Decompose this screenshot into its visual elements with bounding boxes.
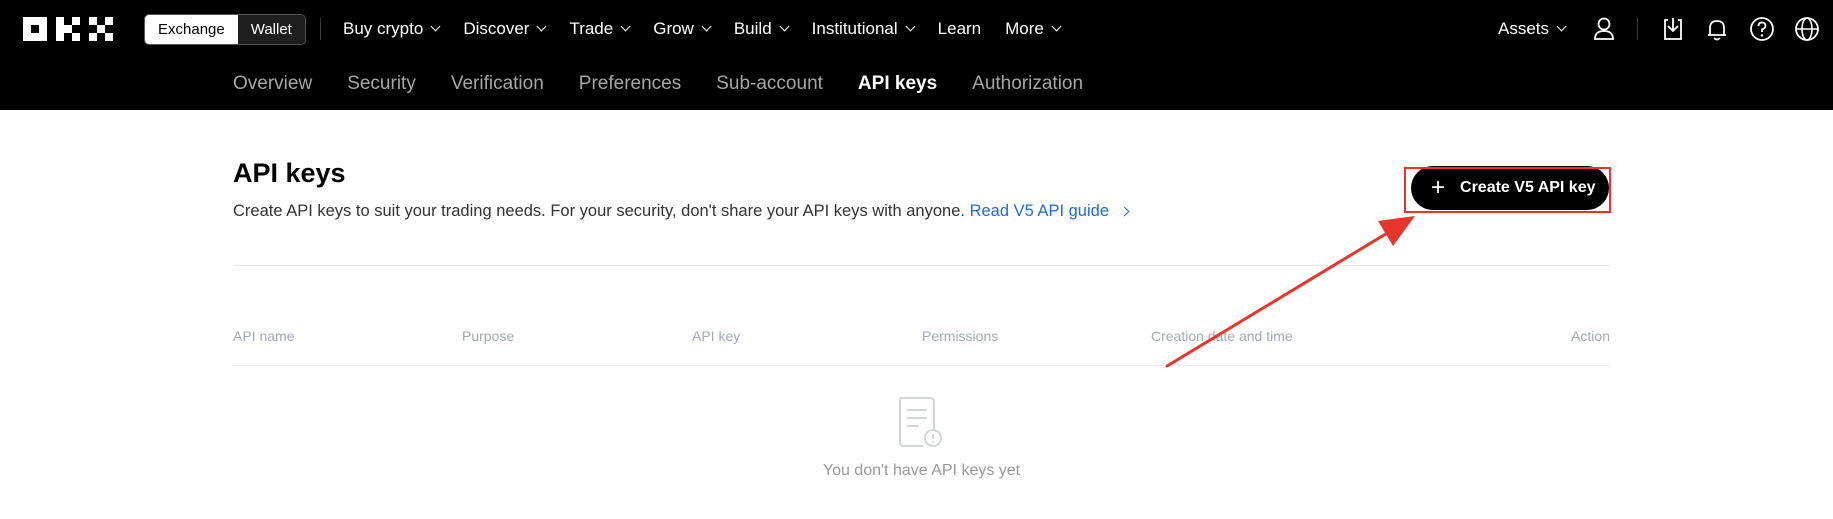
chevron-right-icon (1119, 206, 1130, 217)
chevron-down-icon (620, 21, 631, 32)
page-description: Create API keys to suit your trading nee… (233, 202, 1130, 221)
tab-overview[interactable]: Overview (233, 73, 312, 95)
assets-menu[interactable]: Assets (1498, 0, 1567, 58)
chevron-down-icon (430, 21, 441, 32)
menu-label: Trade (569, 19, 614, 38)
chevron-down-icon (701, 21, 712, 32)
column-header-api-key: API key (692, 328, 741, 344)
tab-preferences[interactable]: Preferences (579, 73, 681, 95)
menu-more[interactable]: More (1005, 19, 1062, 39)
column-header-creation-date: Creation date and time (1151, 328, 1293, 344)
chevron-down-icon (1556, 21, 1567, 32)
section-divider (233, 265, 1610, 266)
main-nav-bar: Exchange Wallet Buy crypto Discover Trad… (0, 0, 1833, 58)
empty-state-message: You don't have API keys yet (822, 462, 1021, 479)
menu-discover[interactable]: Discover (463, 19, 547, 39)
exchange-toggle-option[interactable]: Exchange (145, 15, 238, 44)
menu-institutional[interactable]: Institutional (811, 19, 916, 39)
chevron-down-icon (905, 21, 916, 32)
column-header-purpose: Purpose (462, 328, 515, 344)
empty-document-icon (899, 397, 942, 447)
tab-authorization[interactable]: Authorization (972, 73, 1083, 95)
api-guide-link[interactable]: Read V5 API guide (969, 202, 1130, 220)
okx-logo[interactable] (23, 17, 113, 41)
menu-label: Grow (653, 19, 694, 38)
wallet-toggle-option[interactable]: Wallet (237, 15, 305, 44)
menu-buy-crypto[interactable]: Buy crypto (343, 19, 441, 39)
api-guide-link-label: Read V5 API guide (969, 202, 1109, 220)
help-icon[interactable] (1748, 15, 1776, 43)
header-divider (1637, 18, 1638, 40)
exchange-wallet-toggle: Exchange Wallet (144, 14, 306, 45)
column-header-api-name: API name (233, 328, 295, 344)
menu-label: Learn (937, 19, 982, 38)
account-subnav: Overview Security Verification Preferenc… (233, 58, 1118, 110)
menu-label: Build (733, 19, 772, 38)
menu-grow[interactable]: Grow (653, 19, 712, 39)
column-header-action: Action (1571, 328, 1610, 344)
annotation-highlight-box (1404, 167, 1611, 213)
description-text: Create API keys to suit your trading nee… (233, 202, 965, 220)
bell-icon[interactable] (1703, 15, 1731, 43)
menu-label: Discover (463, 19, 530, 38)
tab-sub-account[interactable]: Sub-account (716, 73, 823, 95)
menu-learn[interactable]: Learn (938, 19, 981, 39)
main-menu: Buy crypto Discover Trade Grow Build Ins… (343, 0, 1084, 58)
tab-verification[interactable]: Verification (451, 73, 544, 95)
header-divider (320, 18, 321, 40)
globe-icon[interactable] (1793, 15, 1821, 43)
menu-label: Institutional (811, 19, 898, 38)
chevron-down-icon (779, 21, 790, 32)
column-header-permissions: Permissions (922, 328, 999, 344)
menu-build[interactable]: Build (733, 19, 790, 39)
tab-security[interactable]: Security (347, 73, 416, 95)
download-icon[interactable] (1659, 15, 1687, 43)
tab-api-keys[interactable]: API keys (858, 73, 937, 95)
chevron-down-icon (1051, 21, 1062, 32)
user-icon[interactable] (1590, 15, 1618, 43)
chevron-down-icon (536, 21, 547, 32)
menu-label: Buy crypto (343, 19, 424, 38)
page-title: API keys (233, 158, 346, 188)
menu-trade[interactable]: Trade (569, 19, 631, 39)
menu-label: More (1005, 19, 1044, 38)
top-header: Exchange Wallet Buy crypto Discover Trad… (0, 0, 1833, 110)
table-header-divider (233, 365, 1610, 366)
assets-label: Assets (1498, 19, 1550, 38)
api-keys-table-header: API name Purpose API key Permissions Cre… (233, 328, 1610, 348)
